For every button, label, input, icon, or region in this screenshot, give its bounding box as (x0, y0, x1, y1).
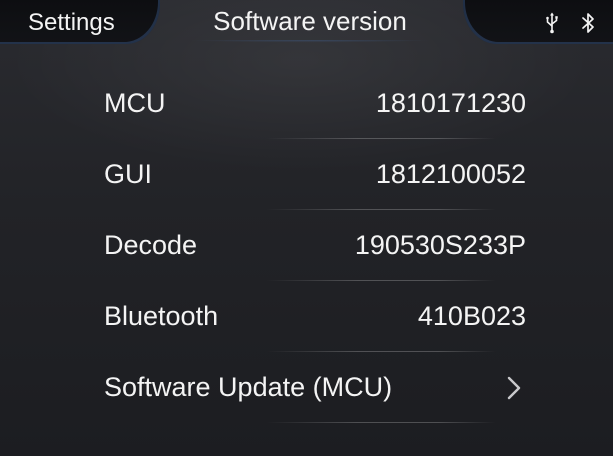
software-version-screen: Settings Software version MCU 1810171230… (0, 0, 613, 456)
version-row-gui: GUI 1812100052 (104, 139, 526, 210)
settings-back-label[interactable]: Settings (28, 8, 115, 38)
version-label: GUI (104, 159, 153, 189)
usb-icon (545, 12, 559, 34)
version-row-bluetooth: Bluetooth 410B023 (104, 281, 526, 352)
software-update-label[interactable]: Software Update (MCU) (104, 352, 392, 423)
software-update-row[interactable]: Software Update (MCU) (104, 352, 526, 423)
title-underglow (160, 40, 460, 46)
page-title: Software version (213, 6, 407, 36)
version-value: 1812100052 (375, 159, 526, 189)
top-bar: Settings Software version (0, 0, 613, 46)
version-value: 410B023 (417, 301, 526, 331)
version-row-mcu: MCU 1810171230 (104, 68, 526, 139)
version-label: MCU (104, 88, 166, 118)
status-icons (545, 12, 595, 34)
status-tray (463, 0, 613, 44)
settings-back-tab[interactable]: Settings (0, 0, 160, 44)
version-value: 1810171230 (375, 88, 526, 118)
chevron-right-icon[interactable] (506, 375, 522, 401)
bluetooth-icon (581, 12, 595, 34)
version-label: Bluetooth (104, 301, 219, 331)
version-row-decode: Decode 190530S233P (104, 210, 526, 281)
version-value: 190530S233P (354, 230, 526, 260)
row-divider (266, 422, 496, 423)
version-label: Decode (104, 230, 198, 260)
